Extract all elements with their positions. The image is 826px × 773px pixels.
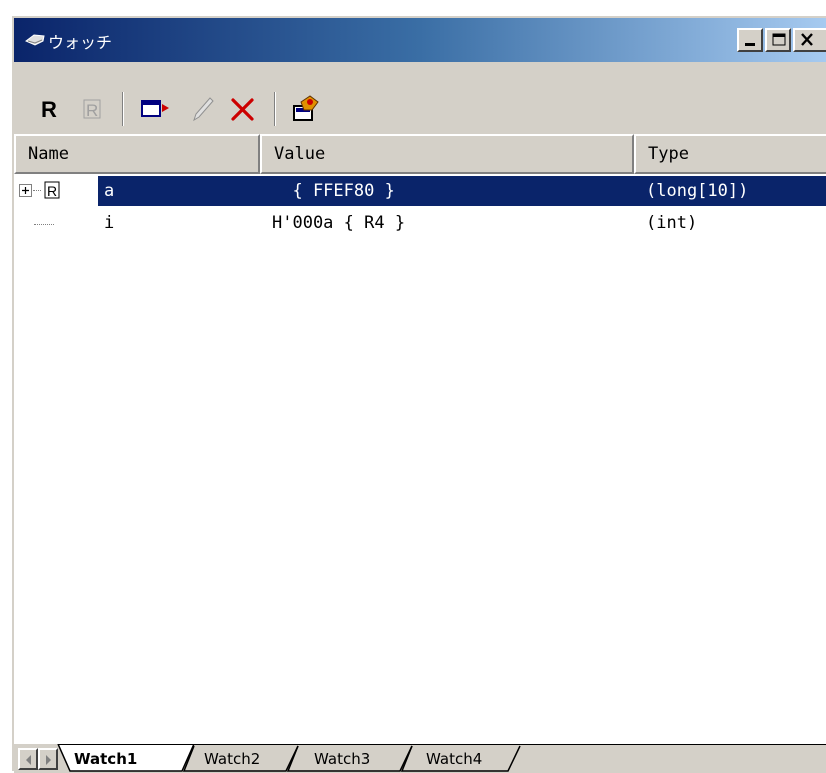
add-watch-icon: [141, 100, 169, 117]
radix-r-disabled-icon: R: [83, 99, 101, 120]
register-r-icon: R: [44, 181, 60, 199]
edit-button[interactable]: [186, 92, 220, 126]
minimize-icon: [745, 43, 755, 46]
radix-button[interactable]: R: [38, 92, 72, 126]
delete-icon: [231, 98, 254, 121]
close-button[interactable]: [793, 28, 826, 52]
svg-text:R: R: [86, 101, 98, 120]
maximize-button[interactable]: [765, 28, 791, 52]
grid-header: Name Value Type: [14, 134, 826, 174]
tab-watch3[interactable]: Watch3: [314, 750, 370, 768]
row-name: a: [98, 176, 258, 206]
edit-icon: [193, 97, 214, 122]
row-value[interactable]: H'000a { R4 }: [258, 208, 634, 238]
watch-grid: Name Value Type R a { FFEF80 } (long[10]…: [14, 134, 826, 746]
watch-toolbar: R R: [14, 88, 826, 132]
row-name: i: [104, 213, 115, 233]
window-title: ウォッチ: [48, 33, 113, 52]
maximize-icon: [772, 33, 786, 46]
settings-button[interactable]: [288, 92, 322, 126]
row-value[interactable]: { FFEF80 }: [258, 176, 634, 206]
row-type: (int): [646, 213, 698, 233]
tab-watch4[interactable]: Watch4: [426, 750, 482, 768]
sheet-tab-strip: Watch1 Watch2 Watch3 Watch4: [14, 744, 826, 773]
watch-row[interactable]: R a { FFEF80 } (long[10]): [14, 176, 826, 206]
toolbar-separator: [122, 92, 124, 126]
radix-r-icon: R: [41, 97, 57, 122]
delete-button[interactable]: [226, 92, 260, 126]
column-header-value[interactable]: Value: [260, 134, 634, 174]
close-icon: [801, 33, 813, 46]
row-type: (long[10]): [634, 176, 826, 206]
watch-row[interactable]: i H'000a { R4 } (int): [14, 208, 826, 238]
title-bar[interactable]: ウォッチ: [14, 18, 826, 62]
tab-watch2[interactable]: Watch2: [204, 750, 260, 768]
watch-app-icon: [25, 34, 45, 46]
tree-connector: [33, 190, 41, 191]
watch-window: ウォッチ R R Name Value Type R a {FFEF80} …: [10, 14, 826, 773]
tab-watch1[interactable]: Watch1: [74, 750, 137, 768]
svg-text:R: R: [47, 183, 57, 199]
column-header-name[interactable]: Name: [14, 134, 260, 174]
settings-icon: [293, 95, 319, 121]
radix-disabled-button[interactable]: R: [78, 92, 112, 126]
minimize-button[interactable]: [737, 28, 763, 52]
tree-connector: [34, 224, 54, 225]
add-watch-button[interactable]: [138, 92, 172, 126]
expand-icon[interactable]: [19, 184, 32, 197]
column-header-type[interactable]: Type: [634, 134, 826, 174]
svg-text:R: R: [41, 97, 57, 122]
toolbar-separator: [274, 92, 276, 126]
